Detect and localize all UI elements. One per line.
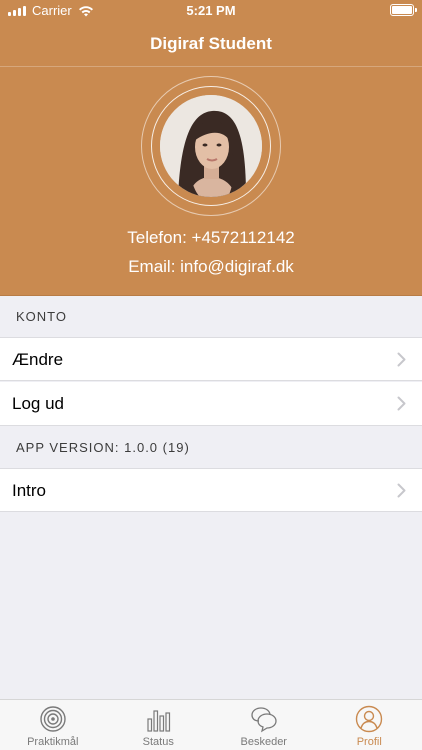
tab-status[interactable]: Status [106,700,212,750]
phone-text[interactable]: Telefon: +4572112142 [0,228,422,248]
bar-chart-icon [147,710,171,732]
battery-icon [390,4,417,16]
profile-header: Digiraf Student Telefon: +4572112142 Ema… [0,22,422,296]
tab-bar: Praktikmål Status Beskeder Profil [0,699,422,750]
status-bar: Carrier 5:21 PM [0,0,422,22]
status-time: 5:21 PM [186,3,236,18]
tab-beskeder[interactable]: Beskeder [211,700,317,750]
intro-row[interactable]: Intro [0,468,422,512]
avatar[interactable] [160,95,262,197]
logout-label: Log ud [12,394,64,413]
chat-bubbles-icon [251,707,277,733]
tab-label: Beskeder [240,736,287,748]
edit-row[interactable]: Ændre [0,337,422,381]
email-text[interactable]: Email: info@digiraf.dk [0,257,422,277]
chevron-right-icon [397,396,406,411]
status-right [390,4,417,16]
page-title: Digiraf Student [150,34,272,53]
avatar-portrait [160,95,262,197]
chevron-right-icon [397,483,406,498]
logout-row[interactable]: Log ud [0,382,422,426]
tab-praktikmaal[interactable]: Praktikmål [0,700,106,750]
tab-label: Status [142,736,174,748]
section-header-version: APP VERSION: 1.0.0 (19) [16,440,190,455]
target-icon [40,706,66,732]
tab-label: Praktikmål [27,736,79,748]
section-header-konto: KONTO [16,309,67,324]
nav-divider [0,66,422,67]
intro-label: Intro [12,481,47,500]
chevron-right-icon [397,352,406,367]
profile-icon [356,705,383,733]
edit-label: Ændre [12,350,64,369]
tab-profil[interactable]: Profil [317,700,422,750]
tab-label: Profil [356,736,382,748]
